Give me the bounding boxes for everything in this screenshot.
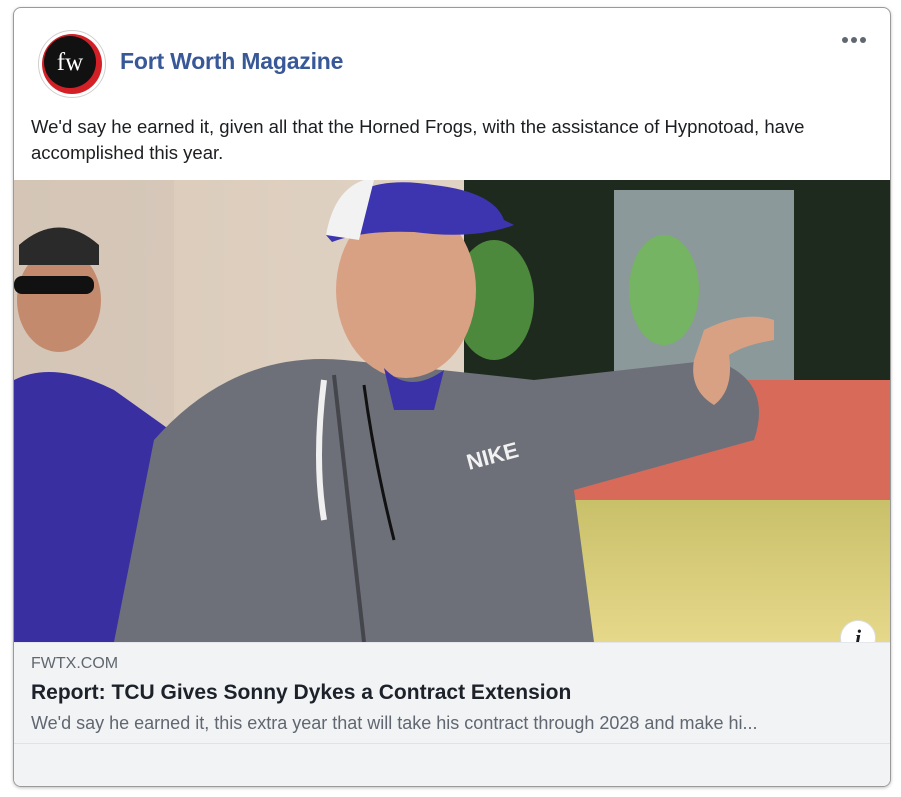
page-name-link[interactable]: Fort Worth Magazine bbox=[120, 48, 343, 75]
avatar[interactable]: fw bbox=[38, 30, 106, 98]
link-preview[interactable]: FWTX.COM Report: TCU Gives Sonny Dykes a… bbox=[14, 642, 890, 786]
avatar-text: fw bbox=[57, 49, 83, 76]
link-domain: FWTX.COM bbox=[31, 655, 119, 672]
post-photo[interactable]: NIKE bbox=[14, 180, 890, 642]
post-caption: We'd say he earned it, given all that th… bbox=[31, 116, 805, 163]
fw-logo-icon: fw bbox=[42, 34, 102, 94]
more-options-button[interactable] bbox=[842, 30, 878, 50]
coach-photo-illustration: NIKE bbox=[14, 180, 890, 642]
link-description: We'd say he earned it, this extra year t… bbox=[31, 713, 758, 733]
link-title[interactable]: Report: TCU Gives Sonny Dykes a Contract… bbox=[31, 681, 571, 705]
post-header: fw Fort Worth Magazine bbox=[14, 8, 890, 118]
divider bbox=[14, 743, 890, 744]
more-horizontal-icon bbox=[842, 37, 848, 43]
post-card: fw Fort Worth Magazine We'd say he earne… bbox=[13, 7, 891, 787]
